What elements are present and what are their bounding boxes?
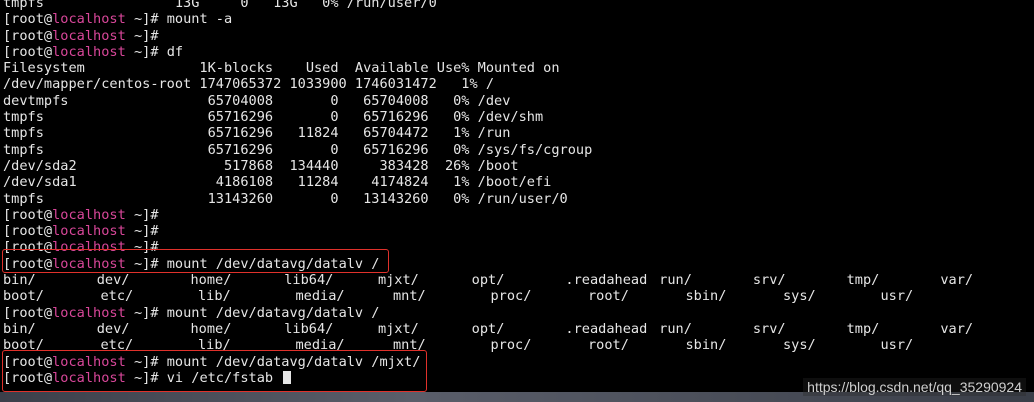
directory-entry: lib64/	[284, 320, 334, 337]
output-line: devtmpfs 65704008 0 65704008 0% /dev	[3, 92, 511, 109]
directory-entry: dev/	[96, 272, 130, 289]
directory-entry: run/	[659, 320, 692, 337]
prompt-host: localhost	[52, 206, 126, 223]
directory-entry: mnt/	[393, 288, 426, 305]
watermark-text: https://blog.csdn.net/qq_35290924	[803, 377, 1026, 396]
command-text: ~]# df	[125, 43, 184, 60]
prompt-user: [root@	[3, 239, 53, 256]
prompt-user: [root@	[3, 304, 53, 321]
prompt-host: localhost	[52, 369, 126, 386]
text-cursor	[283, 370, 292, 384]
command-text: ~]#	[125, 223, 159, 240]
directory-entry: srv/	[752, 272, 786, 289]
directory-entry: proc/	[490, 337, 532, 354]
directory-listing-row: boot/etc/lib/media/mnt/proc/root/sbin/sy…	[3, 288, 1034, 304]
prompt-host: localhost	[52, 255, 126, 272]
directory-entry: bin/	[3, 320, 36, 337]
prompt-user: [root@	[3, 223, 53, 240]
directory-entry: lib64/	[284, 272, 334, 289]
prompt-line: [root@localhost ~]#	[3, 223, 1034, 239]
output-line: tmpfs 65716296 0 65716296 0% /dev/shm	[3, 109, 544, 126]
directory-listing-row: bin/dev/home/lib64/mjxt/opt/ .readahead ru…	[3, 272, 1034, 288]
directory-entry: opt/	[471, 320, 505, 337]
output-line: tmpfs 65716296 11824 65704472 1% /run	[3, 125, 511, 142]
directory-entry: root/	[588, 288, 629, 305]
prompt-line: [root@localhost ~]# mount /dev/datavg/da…	[3, 354, 1034, 370]
prompt-user: [root@	[3, 206, 53, 223]
directory-entry: sys/	[783, 337, 816, 354]
directory-entry: tmp/	[846, 272, 880, 289]
prompt-user: [root@	[3, 255, 53, 272]
directory-entry: proc/	[490, 288, 532, 305]
directory-entry: home/	[190, 320, 232, 337]
command-text: ~]# mount /dev/datavg/datalv /	[125, 255, 380, 272]
prompt-host: localhost	[52, 304, 126, 321]
directory-entry: boot/	[3, 337, 44, 354]
output-line: tmpfs 65716296 0 65716296 0% /sys/fs/cgr…	[3, 141, 593, 158]
directory-entry: root/	[588, 337, 629, 354]
command-text: ~]# mount /dev/datavg/datalv /	[125, 304, 380, 321]
output-line: /dev/sda1 4186108 11284 4174824 1% /boot…	[3, 174, 552, 191]
directory-entry: media/	[295, 337, 345, 354]
prompt-user: [root@	[3, 27, 53, 44]
prompt-line: [root@localhost ~]#	[3, 207, 1034, 223]
directory-entry: media/	[295, 288, 345, 305]
prompt-line: [root@localhost ~]# mount -a	[3, 11, 1034, 27]
command-text: ~]#	[125, 27, 159, 44]
command-text: ~]# mount -a	[125, 11, 233, 28]
directory-entry: var/	[940, 272, 974, 289]
directory-entry: var/	[940, 320, 974, 337]
output-line: tmpfs 13143260 0 13143260 0% /run/user/0	[3, 190, 568, 207]
prompt-host: localhost	[52, 11, 126, 28]
directory-entry: tmp/	[846, 320, 880, 337]
prompt-line: [root@localhost ~]# df	[3, 44, 1034, 60]
prompt-host: localhost	[52, 27, 126, 44]
prompt-host: localhost	[52, 223, 126, 240]
prompt-user: [root@	[3, 353, 53, 370]
prompt-host: localhost	[52, 43, 126, 60]
directory-entry: .readahead	[565, 320, 648, 337]
prompt-user: [root@	[3, 11, 53, 28]
output-line: /dev/mapper/centos-root 1747065372 10339…	[3, 76, 495, 93]
prompt-line: [root@localhost ~]# mount /dev/datavg/da…	[3, 305, 1034, 321]
directory-entry: bin/	[3, 272, 36, 289]
output-line: tmpfs 13G 0 13G 0% /run/user/0	[3, 0, 437, 11]
prompt-host: localhost	[52, 353, 126, 370]
directory-entry: usr/	[880, 288, 914, 305]
directory-listing-row: bin/dev/home/lib64/mjxt/opt/ .readahead ru…	[3, 321, 1034, 337]
directory-entry: mnt/	[393, 337, 426, 354]
directory-entry: mjxt/	[377, 320, 419, 337]
command-text: ~]# mount /dev/datavg/datalv /mjxt/	[125, 353, 421, 370]
command-text: ~]#	[125, 206, 159, 223]
directory-entry: sys/	[783, 288, 816, 305]
output-line: /dev/sda2 517868 134440 383428 26% /boot	[3, 157, 519, 174]
directory-entry: etc/	[100, 337, 134, 354]
directory-entry: .readahead	[565, 272, 648, 289]
directory-entry: mjxt/	[377, 272, 419, 289]
command-text: ~]# vi /etc/fstab	[125, 369, 282, 386]
directory-entry: home/	[190, 272, 232, 289]
prompt-user: [root@	[3, 43, 53, 60]
prompt-line: [root@localhost ~]# mount /dev/datavg/da…	[3, 256, 1034, 272]
command-text: ~]#	[125, 239, 159, 256]
output-line: Filesystem 1K-blocks Used Available Use%…	[3, 60, 560, 77]
directory-entry: run/	[659, 272, 692, 289]
directory-entry: etc/	[100, 288, 134, 305]
prompt-user: [root@	[3, 369, 53, 386]
directory-entry: lib/	[198, 337, 231, 354]
directory-listing-row: boot/etc/lib/media/mnt/proc/root/sbin/sy…	[3, 337, 1034, 353]
directory-entry: boot/	[3, 288, 44, 305]
directory-entry: dev/	[96, 320, 130, 337]
directory-entry: srv/	[752, 320, 786, 337]
prompt-line: [root@localhost ~]#	[3, 239, 1034, 255]
prompt-line: [root@localhost ~]#	[3, 28, 1034, 44]
directory-entry: opt/	[471, 272, 505, 289]
terminal-output[interactable]: tmpfs 13G 0 13G 0% /run/user/0 [root@loca…	[3, 0, 1034, 386]
directory-entry: lib/	[198, 288, 231, 305]
directory-entry: sbin/	[685, 288, 727, 305]
prompt-host: localhost	[52, 239, 126, 256]
directory-entry: usr/	[880, 337, 914, 354]
directory-entry: sbin/	[685, 337, 727, 354]
